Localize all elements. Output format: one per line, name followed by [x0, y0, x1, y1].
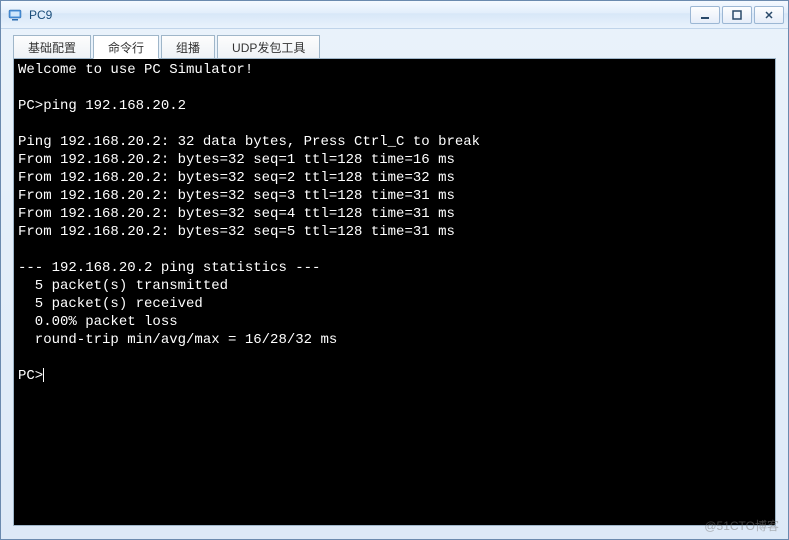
terminal-prompt: PC> [18, 98, 43, 114]
window-title: PC9 [29, 8, 690, 22]
terminal-welcome: Welcome to use PC Simulator! [18, 62, 253, 78]
terminal-cursor [43, 368, 44, 382]
tab-multicast[interactable]: 组播 [161, 35, 215, 59]
ping-reply: From 192.168.20.2: bytes=32 seq=1 ttl=12… [18, 152, 455, 168]
ping-stat: 5 packet(s) received [18, 296, 203, 312]
content-area: Welcome to use PC Simulator! PC>ping 192… [13, 58, 776, 526]
minimize-button[interactable] [690, 6, 720, 24]
tab-label: 命令行 [108, 39, 144, 56]
terminal-command: ping 192.168.20.2 [43, 98, 186, 114]
tab-basic-config[interactable]: 基础配置 [13, 35, 91, 59]
tab-udp-tool[interactable]: UDP发包工具 [217, 35, 320, 59]
close-button[interactable] [754, 6, 784, 24]
ping-reply: From 192.168.20.2: bytes=32 seq=5 ttl=12… [18, 224, 455, 240]
app-window: PC9 基础配置 命令行 组播 UDP发包工具 Welcome to use P… [0, 0, 789, 540]
ping-stat: 0.00% packet loss [18, 314, 178, 330]
ping-stats-header: --- 192.168.20.2 ping statistics --- [18, 260, 320, 276]
tabbar: 基础配置 命令行 组播 UDP发包工具 [1, 29, 788, 59]
tab-command-line[interactable]: 命令行 [93, 35, 159, 59]
window-controls [690, 6, 784, 24]
terminal[interactable]: Welcome to use PC Simulator! PC>ping 192… [14, 59, 775, 525]
ping-reply: From 192.168.20.2: bytes=32 seq=4 ttl=12… [18, 206, 455, 222]
app-icon [7, 7, 23, 23]
ping-stat: round-trip min/avg/max = 16/28/32 ms [18, 332, 337, 348]
ping-reply: From 192.168.20.2: bytes=32 seq=2 ttl=12… [18, 170, 455, 186]
ping-reply: From 192.168.20.2: bytes=32 seq=3 ttl=12… [18, 188, 455, 204]
tab-label: UDP发包工具 [232, 39, 305, 56]
titlebar: PC9 [1, 1, 788, 29]
terminal-prompt: PC> [18, 368, 43, 384]
tab-label: 组播 [176, 39, 200, 56]
ping-stat: 5 packet(s) transmitted [18, 278, 228, 294]
ping-header: Ping 192.168.20.2: 32 data bytes, Press … [18, 134, 480, 150]
tab-label: 基础配置 [28, 39, 76, 56]
maximize-button[interactable] [722, 6, 752, 24]
